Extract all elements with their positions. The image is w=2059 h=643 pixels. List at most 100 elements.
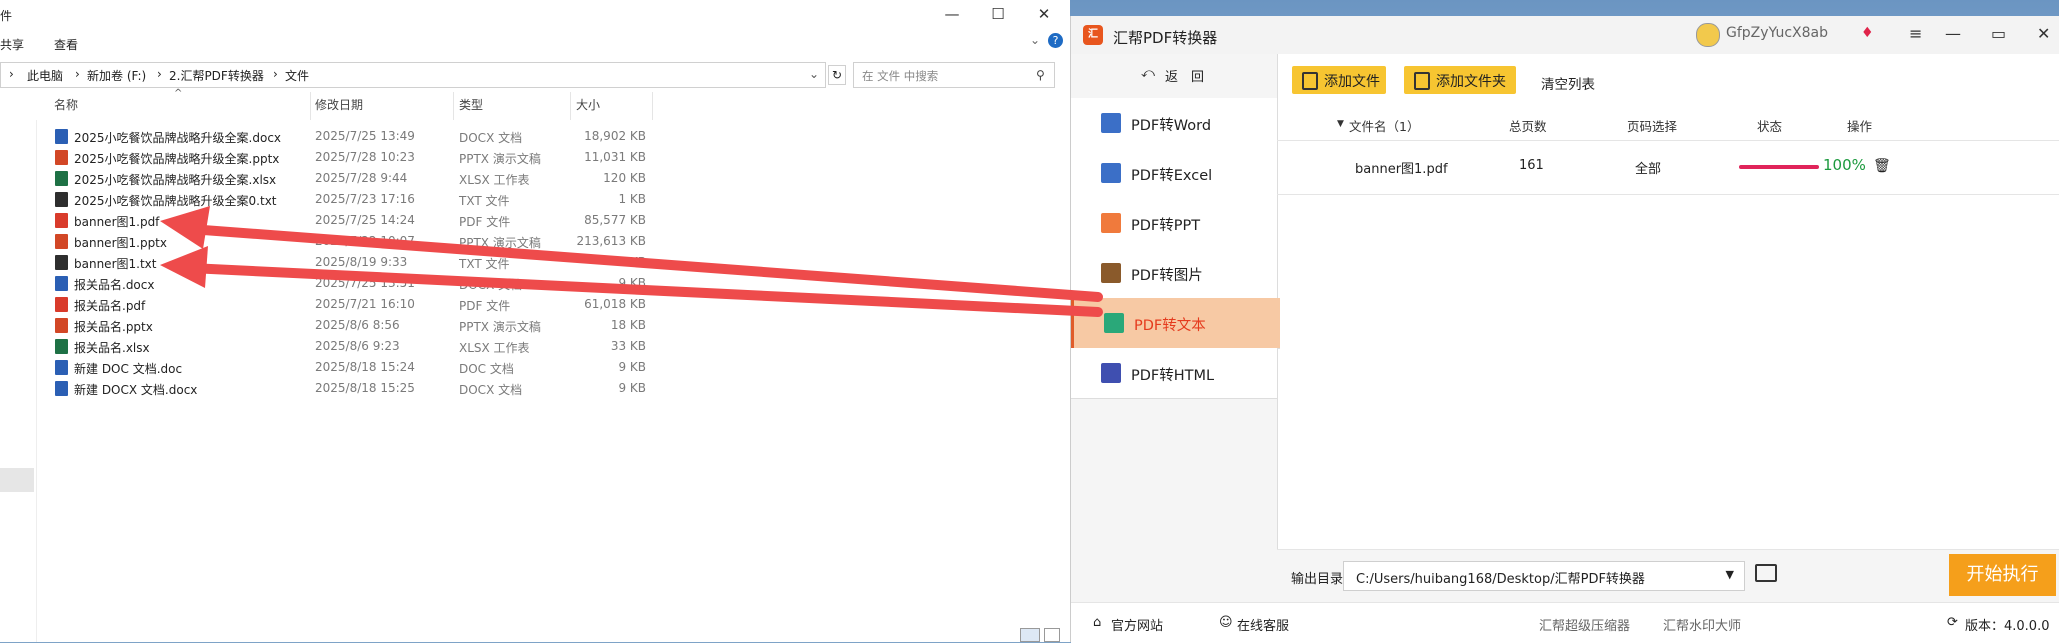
tab-view[interactable]: 查看	[54, 36, 78, 53]
pdf-icon	[55, 213, 68, 228]
file-date: 2025/7/22 10:07	[315, 234, 415, 248]
file-row[interactable]: 新建 DOCX 文档.docx 2025/8/18 15:25 DOCX 文档 9 K…	[52, 378, 652, 398]
file-size: 85,577 KB	[584, 213, 646, 227]
folder-open-icon[interactable]	[1755, 564, 1777, 582]
chevron-right-icon: ›	[75, 67, 80, 81]
file-name: banner图1.txt	[74, 257, 157, 271]
file-name: 报关品名.xlsx	[74, 341, 150, 355]
file-row[interactable]: 报关品名.docx 2025/7/25 13:51 DOCX 文档 9 KB	[52, 273, 652, 293]
status-bar: ⌂ 官方网站 ☺ 在线客服 汇帮超级压缩器 汇帮水印大师 ⟳ 版本：4.0.0.…	[1071, 602, 2059, 643]
table-header: ▼ 文件名（1） 总页数 页码选择 状态 操作	[1277, 108, 2059, 141]
sort-arrow-icon: ^	[174, 88, 183, 99]
start-button[interactable]: 开始执行	[1949, 554, 2056, 596]
column-divider[interactable]	[453, 92, 454, 120]
nav-item-pdfppt[interactable]: PDF转PPT	[1071, 198, 1277, 249]
file-row[interactable]: banner图1.pdf 2025/7/25 14:24 PDF 文件 85,577 …	[52, 210, 652, 230]
add-file-button[interactable]: 添加文件	[1292, 66, 1386, 94]
close-icon[interactable]: ✕	[2037, 24, 2050, 43]
header-action: 操作	[1847, 119, 1873, 134]
search-box[interactable]: 在 文件 中搜索 ⚲	[853, 62, 1055, 88]
chevron-right-icon: ›	[157, 67, 162, 81]
back-button[interactable]: ⤺ 返 回	[1071, 54, 1277, 99]
maximize-icon[interactable]: ▭	[1991, 24, 2006, 43]
nav-item-pdfexcel[interactable]: PDF转Excel	[1071, 148, 1277, 199]
table-row[interactable]: banner图1.pdf 161 全部 100% 🗑	[1277, 140, 2059, 195]
html-icon	[1101, 363, 1121, 383]
txt-icon	[55, 192, 68, 207]
home-icon: ⌂	[1093, 615, 1102, 630]
file-row[interactable]: 报关品名.pptx 2025/8/6 8:56 PPTX 演示文稿 18 KB	[52, 315, 652, 335]
selected-nav-item[interactable]	[0, 468, 34, 492]
nav-item-pdfhtml[interactable]: PDF转HTML	[1071, 348, 1277, 399]
file-explorer-window: 件 — ☐ ✕ 共享 查看 ⌄ ? › 此电脑 › 新加卷 (F:) › 2.汇…	[0, 0, 1070, 642]
nav-label: PDF转Word	[1131, 118, 1212, 134]
breadcrumb-folder[interactable]: 2.汇帮PDF转换器	[169, 67, 264, 84]
trash-icon[interactable]: 🗑	[1873, 158, 1891, 174]
watermark-link[interactable]: 汇帮水印大师	[1663, 615, 1741, 634]
nav-label: PDF转Excel	[1131, 168, 1213, 184]
details-view-icon[interactable]	[1020, 628, 1040, 642]
nav-item-pdf[interactable]: PDF转文本	[1071, 298, 1280, 349]
file-row[interactable]: 报关品名.xlsx 2025/8/6 9:23 XLSX 工作表 33 KB	[52, 336, 652, 356]
sort-down-icon[interactable]: ▼	[1337, 119, 1344, 129]
file-type: DOC 文档	[459, 362, 514, 376]
header-filename[interactable]: 文件名（1）	[1349, 116, 1419, 135]
column-divider[interactable]	[570, 92, 571, 120]
column-divider[interactable]	[310, 92, 311, 120]
file-row[interactable]: banner图1.pptx 2025/7/22 10:07 PPTX 演示文稿 213…	[52, 231, 652, 251]
help-icon[interactable]: ?	[1048, 33, 1063, 48]
online-service-link[interactable]: 在线客服	[1237, 615, 1289, 634]
file-size: 213,613 KB	[576, 234, 646, 248]
official-site-link[interactable]: 官方网站	[1111, 615, 1163, 634]
file-name: banner图1.pptx	[74, 236, 167, 250]
column-size[interactable]: 大小	[576, 96, 600, 120]
file-row[interactable]: 2025小吃餐饮品牌战略升级全案.pptx 2025/7/28 10:23 PPTX…	[52, 147, 652, 167]
clear-list-button[interactable]: 清空列表	[1541, 73, 1595, 93]
file-date: 2025/8/19 9:33	[315, 255, 408, 269]
maximize-icon[interactable]: ☐	[984, 4, 1012, 24]
file-date: 2025/8/6 9:23	[315, 339, 400, 353]
output-path-select[interactable]: C:/Users/huibang168/Desktop/汇帮PDF转换器 ▼	[1343, 561, 1745, 591]
search-icon[interactable]: ⚲	[1036, 68, 1045, 82]
page-range[interactable]: 全部	[1635, 158, 1661, 177]
username[interactable]: GfpZyYucX8ab	[1726, 25, 1828, 41]
breadcrumb-this-pc[interactable]: 此电脑	[27, 67, 63, 84]
file-name: 报关品名.pdf	[74, 299, 146, 313]
address-bar[interactable]: › 此电脑 › 新加卷 (F:) › 2.汇帮PDF转换器 › 文件 ⌄	[0, 62, 826, 88]
add-folder-button[interactable]: 添加文件夹	[1404, 66, 1516, 94]
nav-item-pdf[interactable]: PDF转图片	[1071, 248, 1277, 299]
close-icon[interactable]: ✕	[1030, 4, 1058, 24]
file-name: 2025小吃餐饮品牌战略升级全案.xlsx	[74, 173, 277, 187]
folder-icon	[1414, 72, 1430, 90]
column-date[interactable]: 修改日期	[315, 96, 363, 120]
refresh-icon[interactable]: ↻	[828, 65, 846, 85]
file-size: 11,031 KB	[584, 150, 646, 164]
navigation-pane	[0, 120, 37, 642]
dropdown-icon[interactable]: ⌄	[809, 67, 819, 81]
file-row[interactable]: 新建 DOC 文档.doc 2025/8/18 15:24 DOC 文档 9 KB	[52, 357, 652, 377]
nav-item-pdfword[interactable]: PDF转Word	[1071, 98, 1277, 149]
file-date: 2025/8/18 15:25	[315, 381, 415, 395]
file-row[interactable]: 2025小吃餐饮品牌战略升级全案.xlsx 2025/7/28 9:44 XLSX …	[52, 168, 652, 188]
file-row[interactable]: banner图1.txt 2025/8/19 9:33 TXT 文件 9 KB	[52, 252, 652, 272]
column-type[interactable]: 类型	[459, 96, 483, 120]
minimize-icon[interactable]: —	[1945, 24, 1961, 43]
file-row[interactable]: 2025小吃餐饮品牌战略升级全案0.txt 2025/7/23 17:16 TXT …	[52, 189, 652, 209]
menu-icon[interactable]: ≡	[1909, 24, 1922, 43]
breadcrumb-drive[interactable]: 新加卷 (F:)	[87, 67, 146, 84]
file-row[interactable]: 2025小吃餐饮品牌战略升级全案.docx 2025/7/25 13:49 DOCX…	[52, 126, 652, 146]
word-icon	[1101, 113, 1121, 133]
vip-diamond-icon[interactable]: ♦	[1861, 25, 1874, 41]
large-icons-view-icon[interactable]	[1044, 628, 1060, 642]
chevron-down-icon[interactable]: ⌄	[1030, 33, 1040, 47]
file-size: 18 KB	[610, 318, 646, 332]
avatar[interactable]	[1696, 23, 1720, 47]
tab-share[interactable]: 共享	[0, 36, 24, 53]
breadcrumb-current[interactable]: 文件	[285, 67, 309, 84]
minimize-icon[interactable]: —	[938, 4, 966, 24]
column-divider[interactable]	[652, 92, 653, 120]
file-row[interactable]: 报关品名.pdf 2025/7/21 16:10 PDF 文件 61,018 KB	[52, 294, 652, 314]
compressor-link[interactable]: 汇帮超级压缩器	[1539, 615, 1630, 634]
column-name[interactable]: 名称	[54, 96, 78, 120]
file-size: 120 KB	[603, 171, 646, 185]
